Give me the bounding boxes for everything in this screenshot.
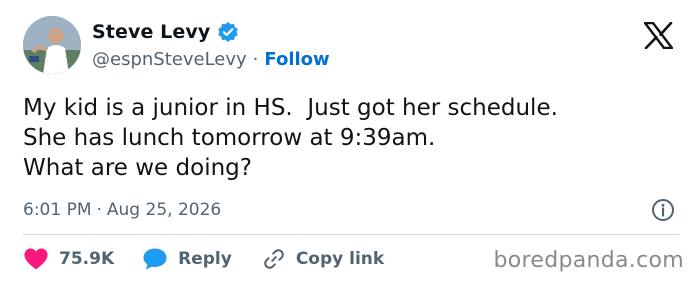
avatar-photo [23,16,81,74]
like-count: 75.9K [59,249,115,269]
tweet-timestamp: 6:01 PM · Aug 25, 2026 [23,200,221,220]
copy-link-button[interactable]: Copy link [262,247,384,271]
heart-icon [23,247,49,271]
info-icon[interactable] [651,198,675,222]
divider [23,234,679,235]
tweet-line: She has lunch tomorrow at 9:39am. [23,125,436,151]
avatar[interactable] [23,16,81,74]
author-display-name[interactable]: Steve Levy [92,21,210,43]
speech-bubble-icon [142,247,168,271]
tweet-line: What are we doing? [23,155,252,181]
x-logo-icon[interactable] [643,21,674,50]
handle-separator: · [252,49,259,70]
author-name-row: Steve Levy [92,21,239,43]
tweet-text: My kid is a junior in HS. Just got her s… [23,93,683,183]
tweet-date[interactable]: Aug 25, 2026 [107,200,221,220]
link-icon [262,247,286,271]
verified-badge-icon [217,21,239,43]
action-bar: 75.9K Reply Copy link [23,247,384,271]
like-button[interactable]: 75.9K [23,247,114,271]
reply-button[interactable]: Reply [142,247,232,271]
watermark: boredpanda.com [493,248,684,273]
tweet-time[interactable]: 6:01 PM [23,200,92,220]
tweet-line: My kid is a junior in HS. Just got her s… [23,95,558,121]
timestamp-separator: · [96,200,102,220]
reply-label: Reply [178,249,232,269]
author-handle-row: @espnSteveLevy · Follow [92,49,330,70]
author-handle[interactable]: @espnSteveLevy [92,49,247,70]
copy-link-label: Copy link [295,249,385,269]
follow-button[interactable]: Follow [264,49,329,70]
